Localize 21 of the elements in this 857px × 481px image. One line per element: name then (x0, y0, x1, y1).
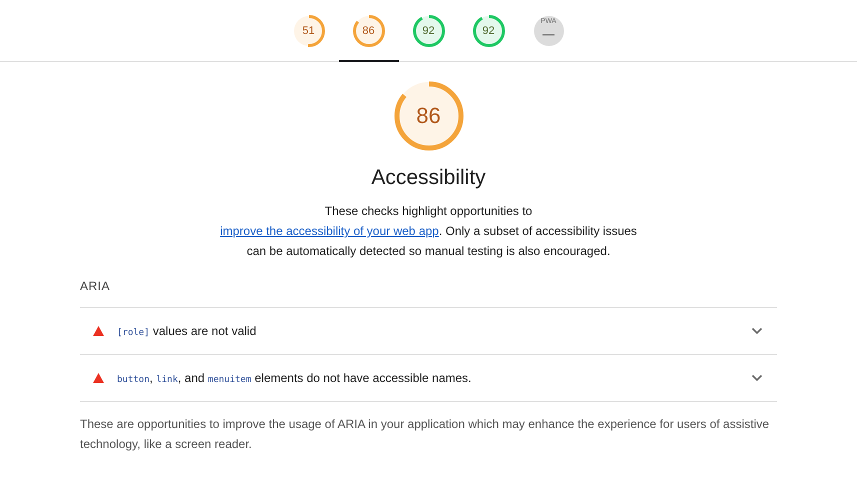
score-value: 92 (481, 24, 496, 38)
audit-title: button, link, and menuitem elements do not have accessible names. (117, 371, 472, 385)
score-tab[interactable]: 51 (278, 0, 338, 62)
group-title: ARIA (80, 279, 777, 308)
audit-row[interactable]: [role] values are not valid (80, 308, 777, 355)
category-description: These checks highlight opportunities to improve the accessibility of your web app. Only a subset of accessibility issues can be automatically detected so manual testing is also encouraged. (219, 203, 638, 260)
score-value: — (542, 27, 556, 41)
audit-title: [role] values are not valid (117, 324, 258, 338)
chevron-icon[interactable] (751, 327, 763, 335)
score-value: 86 (415, 104, 442, 128)
score-value: 51 (301, 24, 316, 38)
score-value: 86 (361, 24, 376, 38)
score-tab[interactable]: 92 (458, 0, 518, 62)
chevron-icon[interactable] (751, 374, 763, 382)
score-value: 92 (421, 24, 436, 38)
category-title: Accessibility (371, 165, 486, 191)
group-description: These are opportunities to improve the usage of ARIA in your application which may enhance the experience for users of assistive technology, like a screen reader. (80, 416, 770, 453)
learn-more-link[interactable]: improve the accessibility of your web app (220, 224, 439, 238)
score-tab[interactable]: 86 (338, 0, 398, 62)
audit-row[interactable]: button, link, and menuitem elements do not have accessible names. (80, 355, 777, 402)
score-tab[interactable]: 92 (398, 0, 458, 62)
